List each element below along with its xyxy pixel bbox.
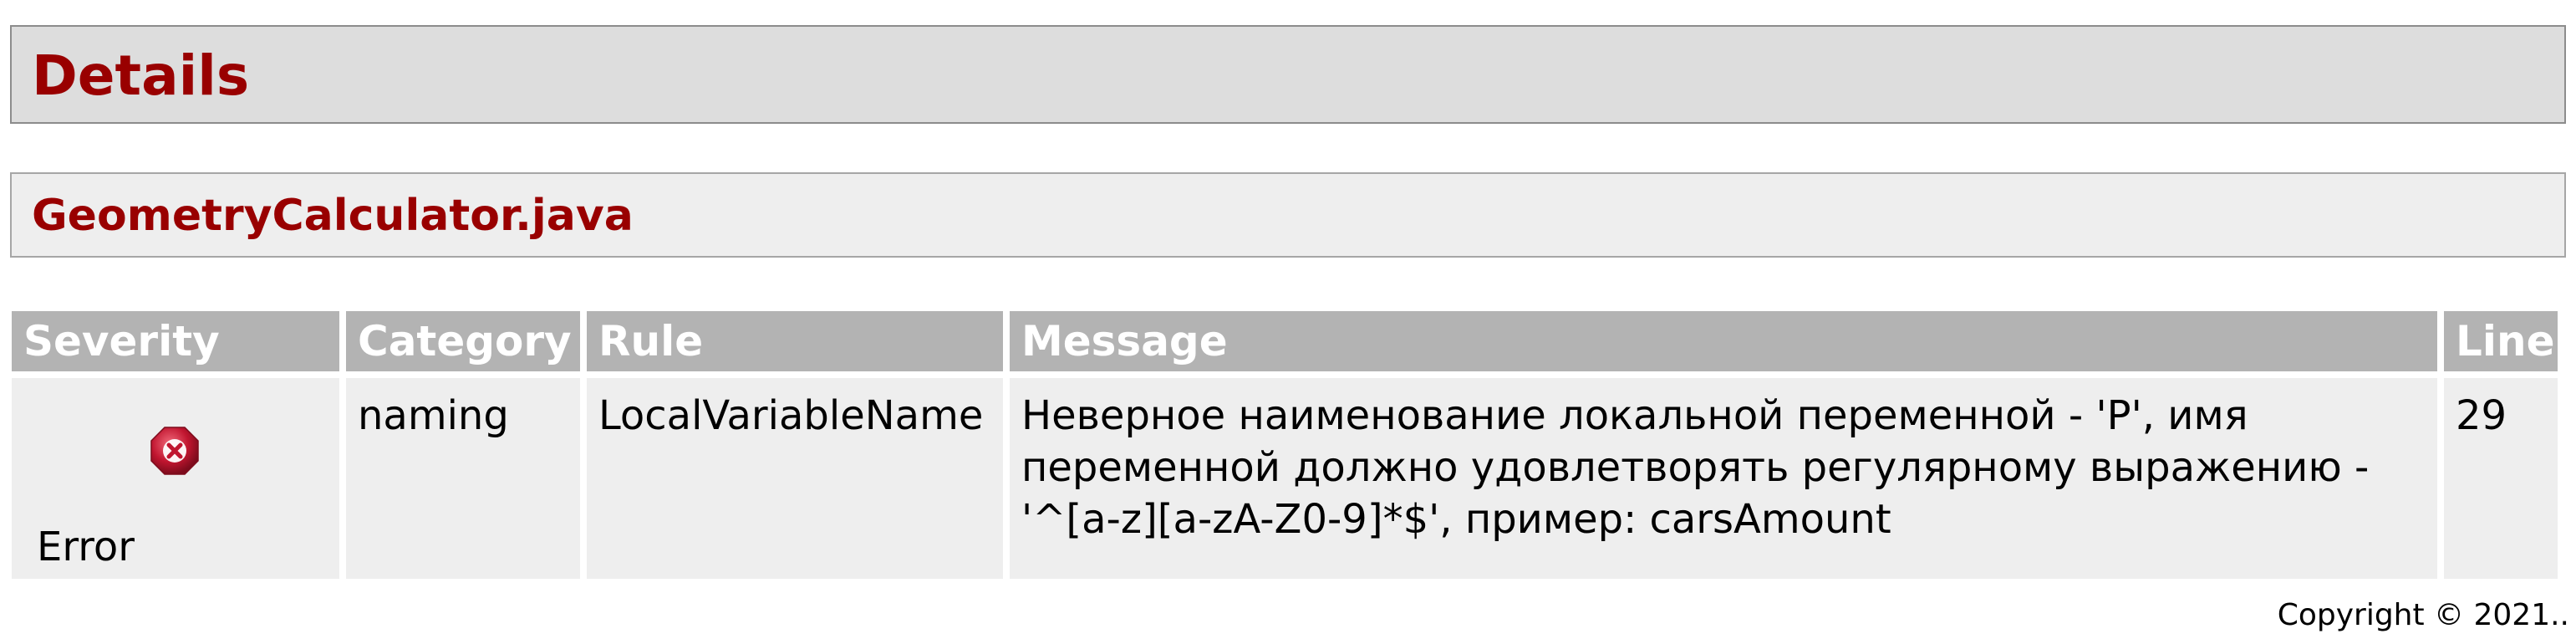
table-row: Error naming LocalVariableName Неверное … xyxy=(12,378,2558,579)
severity-header: Severity xyxy=(12,311,339,371)
message-cell: Неверное наименование локальной переменн… xyxy=(1010,378,2437,579)
issues-table: Severity Category Rule Message Line Erro… xyxy=(5,304,2564,585)
file-header: GeometryCalculator.java xyxy=(10,172,2566,258)
rule-cell: LocalVariableName xyxy=(587,378,1003,579)
line-cell: 29 xyxy=(2444,378,2558,579)
message-header: Message xyxy=(1010,311,2437,371)
details-header: Details xyxy=(10,25,2566,124)
file-name: GeometryCalculator.java xyxy=(32,191,634,241)
category-header: Category xyxy=(346,311,580,371)
details-title: Details xyxy=(32,43,250,108)
line-header: Line xyxy=(2444,311,2558,371)
category-cell: naming xyxy=(346,378,580,579)
severity-cell: Error xyxy=(12,378,339,579)
error-icon xyxy=(150,427,199,475)
copyright: Copyright © 2021.. xyxy=(2277,598,2569,632)
table-header-row: Severity Category Rule Message Line xyxy=(12,311,2558,371)
severity-label: Error xyxy=(37,524,135,570)
rule-header: Rule xyxy=(587,311,1003,371)
